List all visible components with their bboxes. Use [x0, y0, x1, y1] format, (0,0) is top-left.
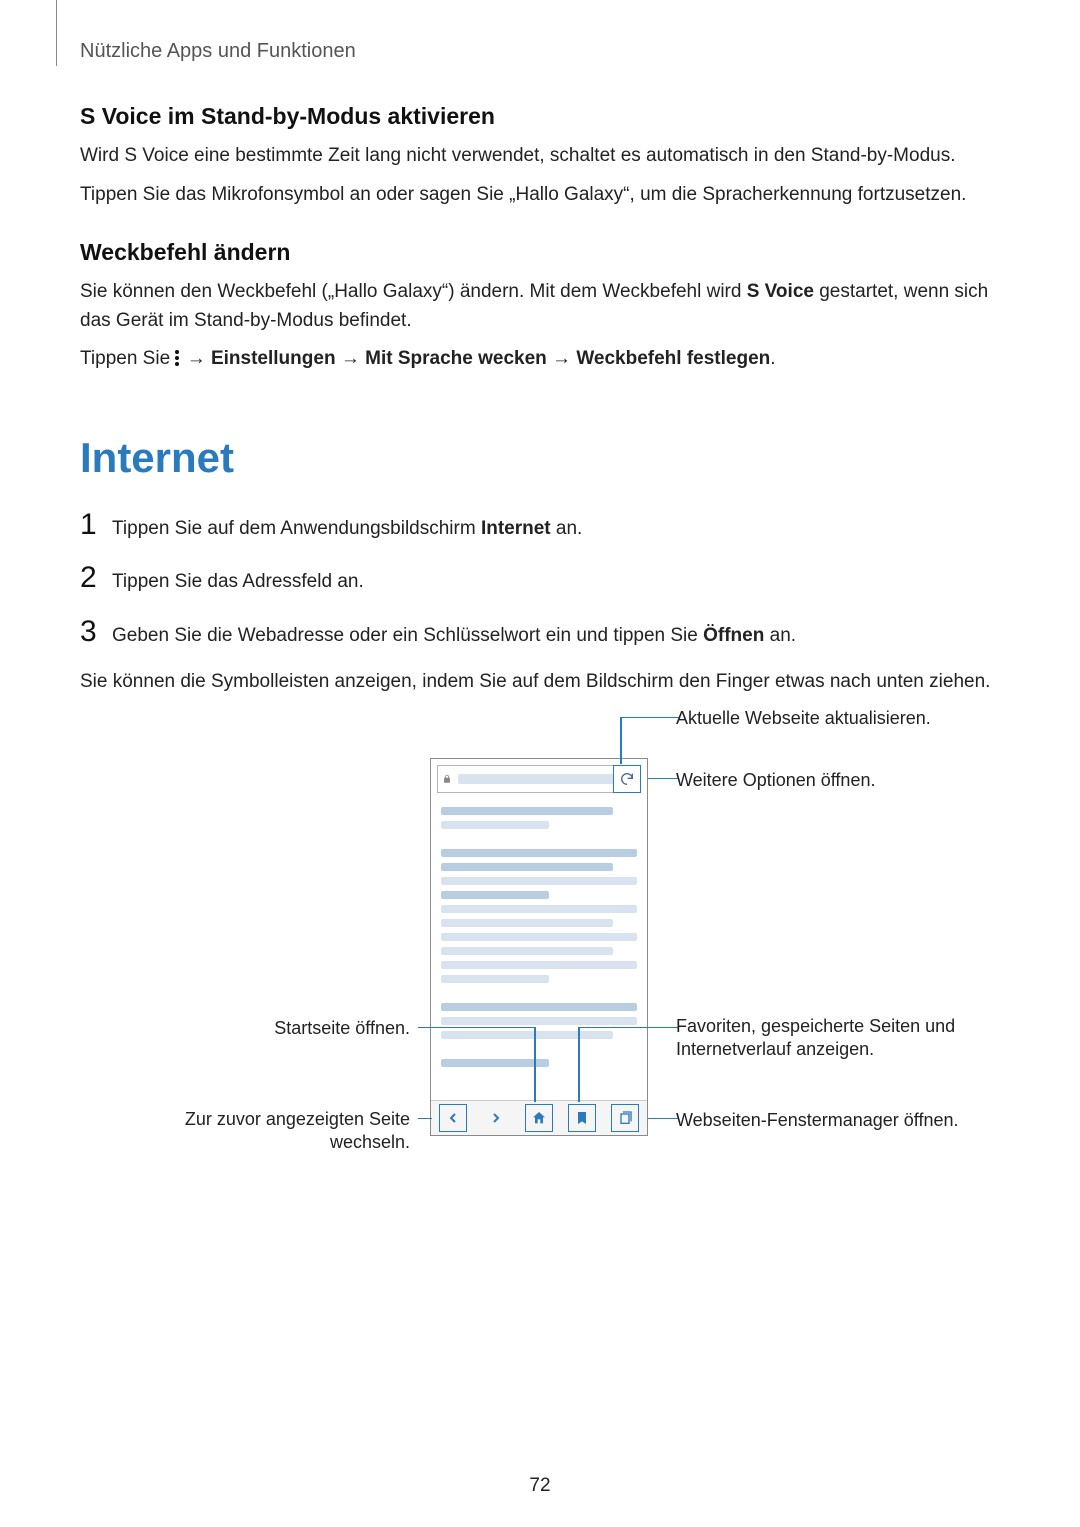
text-bold: Mit Sprache wecken: [365, 348, 547, 369]
callout-back: Zur zuvor angezeigten Seite wechseln.: [150, 1108, 410, 1155]
subheading-wake-command: Weckbefehl ändern: [80, 239, 1000, 266]
text: Geben Sie die Webadresse oder ein Schlüs…: [112, 625, 703, 646]
paragraph: Tippen Sie → Einstellungen → Mit Sprache…: [80, 345, 1000, 374]
breadcrumb: Nützliche Apps und Funktionen: [80, 40, 1000, 63]
text: Tippen Sie auf dem Anwendungsbildschirm: [112, 518, 481, 539]
browser-diagram: Aktuelle Webseite aktualisieren. Weitere…: [80, 717, 1000, 1147]
text-bold: Öffnen: [703, 625, 764, 646]
chevron-left-icon: [445, 1110, 461, 1126]
list-item: 3 Geben Sie die Webadresse oder ein Schl…: [80, 615, 1000, 651]
callout-refresh: Aktuelle Webseite aktualisieren.: [676, 707, 931, 730]
paragraph: Sie können die Symbolleisten anzeigen, i…: [80, 668, 1000, 697]
refresh-icon: [619, 771, 635, 787]
vertical-dots-icon: [175, 348, 181, 368]
text: Tippen Sie das Adressfeld an.: [112, 568, 364, 597]
refresh-button[interactable]: [613, 765, 641, 793]
subheading-svoice-standby: S Voice im Stand-by-Modus aktivieren: [80, 103, 1000, 130]
phone-mockup: [430, 758, 648, 1136]
text-bold: Einstellungen: [211, 348, 336, 369]
home-icon: [531, 1110, 547, 1126]
paragraph: Sie können den Weckbefehl („Hallo Galaxy…: [80, 278, 1000, 335]
text-bold: Weckbefehl festlegen: [576, 348, 770, 369]
arrow-text: →: [336, 348, 366, 369]
arrow-text: →: [547, 348, 577, 369]
callout-tabs: Webseiten-Fenstermanager öffnen.: [676, 1109, 959, 1132]
tabs-icon: [617, 1110, 633, 1126]
text-bold: Internet: [481, 518, 551, 539]
callout-bookmarks: Favoriten, gespeicherte Seiten und Inter…: [676, 1015, 996, 1062]
tabs-button[interactable]: [611, 1104, 639, 1132]
step-number: 1: [80, 508, 112, 542]
step-number: 2: [80, 561, 112, 595]
page-number: 72: [0, 1475, 1080, 1497]
step-number: 3: [80, 615, 112, 649]
forward-button[interactable]: [482, 1104, 510, 1132]
lock-icon: [442, 773, 452, 785]
list-item: 2 Tippen Sie das Adressfeld an.: [80, 561, 1000, 597]
bottom-toolbar: [431, 1100, 647, 1135]
page-content-placeholder: [441, 801, 637, 1073]
home-button[interactable]: [525, 1104, 553, 1132]
text: Sie können den Weckbefehl („Hallo Galaxy…: [80, 281, 747, 302]
heading-internet: Internet: [80, 434, 1000, 482]
address-placeholder: [458, 774, 636, 784]
paragraph: Tippen Sie das Mikrofonsymbol an oder sa…: [80, 181, 1000, 210]
list-item: 1 Tippen Sie auf dem Anwendungsbildschir…: [80, 508, 1000, 544]
text: .: [770, 348, 775, 369]
callout-more-options: Weitere Optionen öffnen.: [676, 769, 875, 792]
text: an.: [551, 518, 583, 539]
text: an.: [764, 625, 796, 646]
back-button[interactable]: [439, 1104, 467, 1132]
text-bold: S Voice: [747, 281, 814, 302]
address-bar[interactable]: [437, 765, 641, 793]
callout-home: Startseite öffnen.: [200, 1017, 410, 1040]
bookmark-icon: [574, 1110, 590, 1126]
paragraph: Wird S Voice eine bestimmte Zeit lang ni…: [80, 142, 1000, 171]
chevron-right-icon: [488, 1110, 504, 1126]
bookmarks-button[interactable]: [568, 1104, 596, 1132]
text: Tippen Sie: [80, 348, 175, 369]
arrow-text: →: [181, 348, 211, 369]
